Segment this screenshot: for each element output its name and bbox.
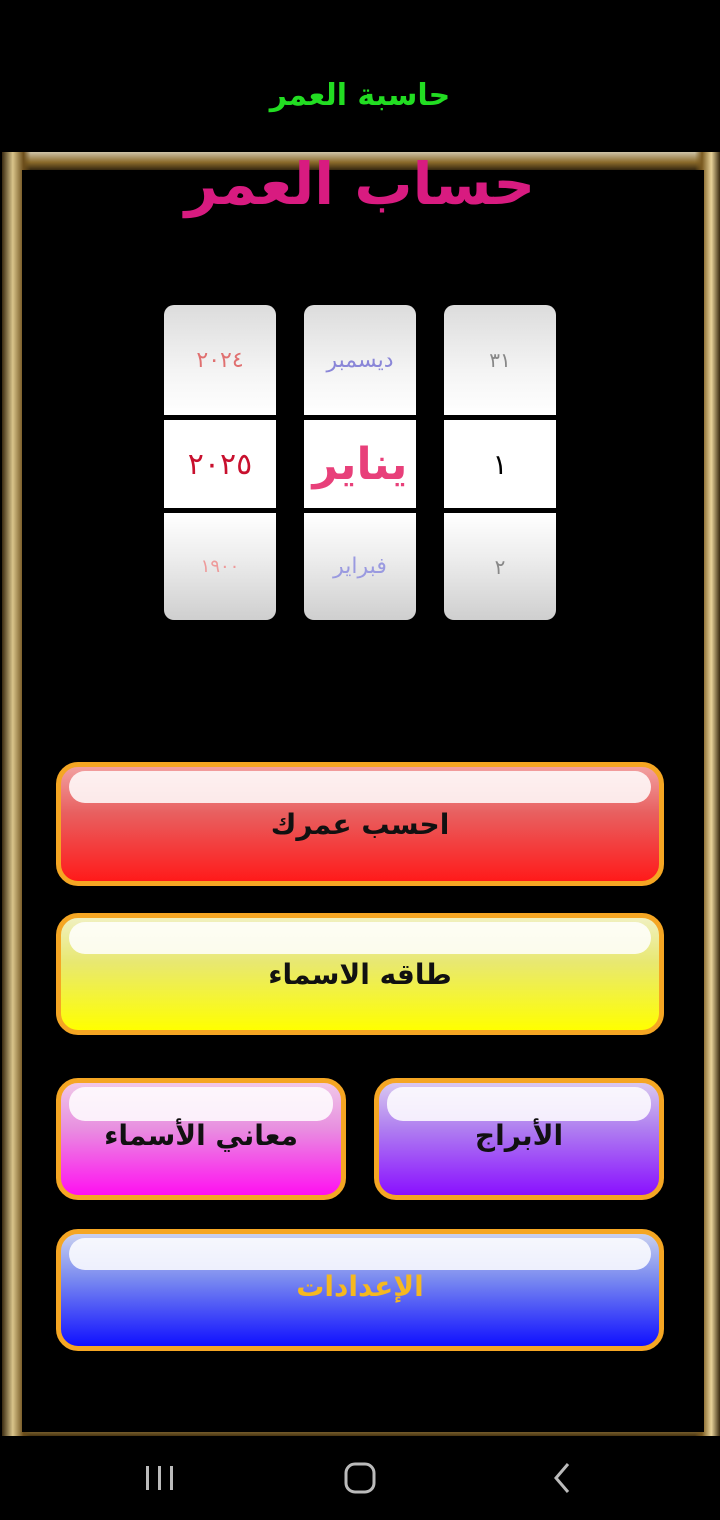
day-prev[interactable]: ٣١ [444, 305, 556, 415]
back-icon[interactable] [542, 1460, 582, 1496]
month-prev[interactable]: ديسمبر [304, 305, 416, 415]
app-bar: حاسبة العمر [0, 0, 720, 152]
day-selected[interactable]: ١ [444, 420, 556, 508]
recent-apps-icon[interactable] [140, 1460, 180, 1496]
home-icon[interactable] [340, 1460, 380, 1496]
page-title: حساب العمر [184, 150, 536, 218]
year-prev[interactable]: ٢٠٢٤ [164, 305, 276, 415]
app-title: حاسبة العمر [269, 78, 451, 113]
settings-label: الإعدادات [296, 1269, 424, 1303]
month-next[interactable]: فبراير [304, 508, 416, 620]
names-energy-button[interactable]: طاقه الاسماء [56, 913, 664, 1035]
day-picker[interactable]: ٣١ ١ ٢ [444, 305, 556, 620]
button-gloss [69, 771, 651, 803]
button-gloss [69, 1238, 651, 1270]
year-picker[interactable]: ٢٠٢٤ ٢٠٢٥ ١٩٠٠ [164, 305, 276, 620]
name-meanings-button[interactable]: معاني الأسماء [56, 1078, 346, 1200]
horoscopes-label: الأبراج [474, 1118, 564, 1152]
button-gloss [387, 1087, 651, 1121]
day-next[interactable]: ٢ [444, 508, 556, 620]
year-selected[interactable]: ٢٠٢٥ [164, 420, 276, 508]
name-meanings-label: معاني الأسماء [104, 1118, 298, 1152]
calculate-age-button[interactable]: احسب عمرك [56, 762, 664, 886]
button-gloss [69, 1087, 333, 1121]
month-picker[interactable]: ديسمبر يناير فبراير [304, 305, 416, 620]
horoscopes-button[interactable]: الأبراج [374, 1078, 664, 1200]
year-next[interactable]: ١٩٠٠ [164, 508, 276, 620]
button-gloss [69, 922, 651, 954]
calculate-age-label: احسب عمرك [270, 807, 450, 841]
month-selected[interactable]: يناير [304, 420, 416, 508]
settings-button[interactable]: الإعدادات [56, 1229, 664, 1351]
system-nav-bar [0, 1436, 720, 1520]
names-energy-label: طاقه الاسماء [268, 957, 452, 991]
